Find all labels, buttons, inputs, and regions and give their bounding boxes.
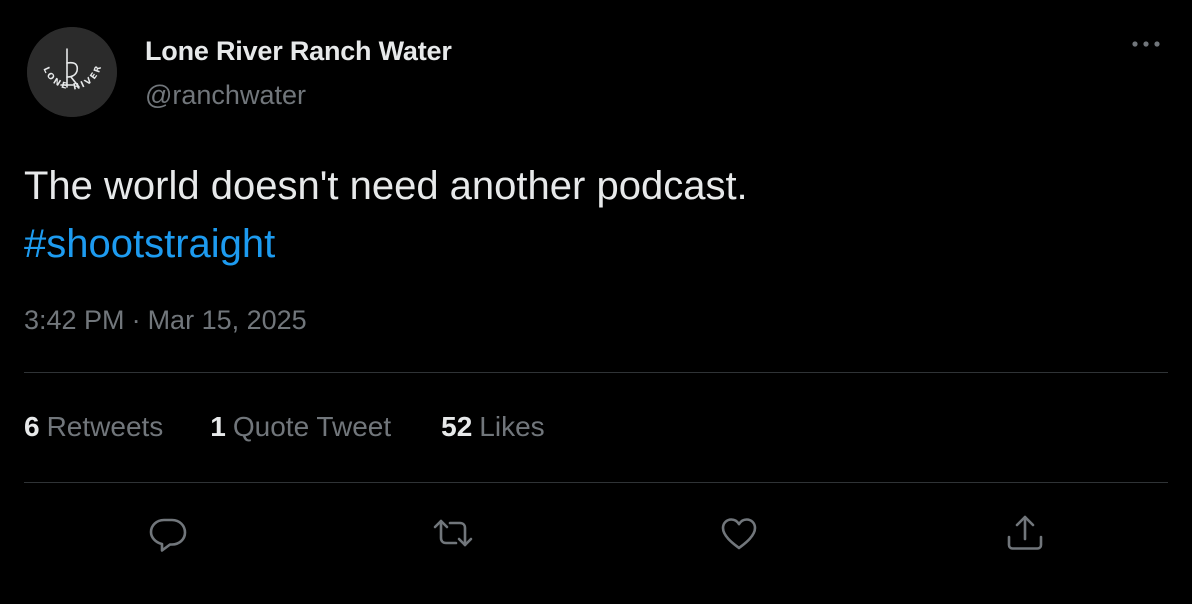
- likes-label: Likes: [479, 411, 545, 442]
- retweets-stat[interactable]: 6 Retweets: [24, 411, 163, 443]
- tweet-card: LONE RIVER Lone River Ranch Water @ranch…: [0, 0, 1192, 604]
- retweets-count: 6: [24, 411, 40, 442]
- divider: [24, 482, 1168, 483]
- tweet-timestamp[interactable]: 3:42 PM · Mar 15, 2025: [24, 305, 307, 336]
- retweets-label: Retweets: [46, 411, 164, 442]
- tweet-date: Mar 15, 2025: [147, 305, 307, 335]
- quote-tweets-count: 1: [210, 411, 226, 442]
- tweet-time: 3:42 PM: [24, 305, 125, 335]
- retweet-icon: [433, 519, 473, 547]
- avatar[interactable]: LONE RIVER: [27, 27, 117, 117]
- reply-icon: [149, 518, 187, 552]
- lone-river-logo-icon: LONE RIVER: [27, 27, 117, 117]
- like-button[interactable]: [716, 510, 762, 556]
- quote-tweets-stat[interactable]: 1 Quote Tweet: [210, 411, 391, 443]
- timestamp-separator: ·: [131, 305, 141, 335]
- tweet-body: The world doesn't need another podcast.: [24, 164, 748, 208]
- share-button[interactable]: [1002, 510, 1048, 556]
- share-icon: [1007, 515, 1043, 550]
- retweet-button[interactable]: [430, 510, 476, 556]
- like-icon: [721, 518, 757, 550]
- likes-count: 52: [441, 411, 473, 442]
- hashtag-link[interactable]: #shootstraight: [24, 215, 748, 273]
- divider: [24, 372, 1168, 373]
- tweet-text: The world doesn't need another podcast. …: [24, 157, 748, 273]
- author-handle[interactable]: @ranchwater: [145, 80, 306, 111]
- more-options-icon[interactable]: [1124, 28, 1168, 60]
- engagement-stats: 6 Retweets 1 Quote Tweet 52 Likes: [24, 411, 545, 443]
- quote-tweets-label: Quote Tweet: [232, 411, 392, 442]
- author-display-name[interactable]: Lone River Ranch Water: [145, 36, 452, 67]
- likes-stat[interactable]: 52 Likes: [441, 411, 545, 443]
- reply-button[interactable]: [145, 510, 191, 556]
